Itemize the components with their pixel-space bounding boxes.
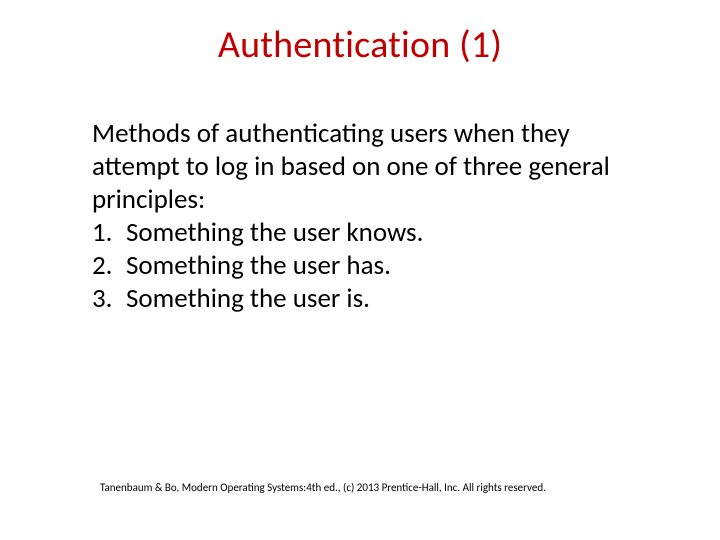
list-text: Something the user is. — [126, 283, 370, 316]
list-item: 2. Something the user has. — [92, 250, 640, 283]
intro-paragraph: Methods of authenticating users when the… — [92, 118, 640, 217]
list-number: 3. — [92, 283, 126, 316]
list-number: 1. — [92, 217, 126, 250]
slide-body: Methods of authenticating users when the… — [92, 118, 640, 316]
list-number: 2. — [92, 250, 126, 283]
footer-citation: Tanenbaum & Bo, Modern Operating Systems… — [100, 481, 640, 494]
slide: Authentication (1) Methods of authentica… — [0, 0, 720, 540]
list-item: 3. Something the user is. — [92, 283, 640, 316]
list-text: Something the user knows. — [126, 217, 423, 250]
slide-title: Authentication (1) — [0, 22, 720, 68]
list-item: 1. Something the user knows. — [92, 217, 640, 250]
list-text: Something the user has. — [126, 250, 391, 283]
principles-list: 1. Something the user knows. 2. Somethin… — [92, 217, 640, 316]
